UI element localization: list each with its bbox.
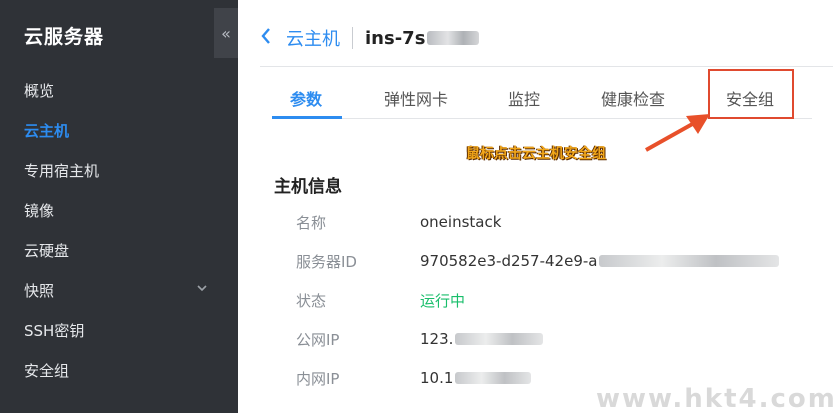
info-row-status: 状态 运行中 — [296, 288, 465, 312]
breadcrumb: 云主机 ins-7s — [260, 24, 480, 52]
sidebar-item-snapshot[interactable]: 快照 — [0, 270, 238, 310]
info-row-server-id: 服务器ID 970582e3-d257-42e9-a — [296, 249, 780, 273]
tab-parameters[interactable]: 参数 — [290, 86, 322, 110]
breadcrumb-current: ins-7s — [365, 27, 426, 49]
redacted-text — [427, 31, 480, 45]
sidebar-item-cloud-disk[interactable]: 云硬盘 — [0, 230, 238, 270]
chevron-down-icon[interactable] — [196, 282, 208, 297]
collapse-sidebar-button[interactable]: « — [214, 8, 238, 58]
security-group-tab-highlight-box — [708, 69, 794, 119]
chevron-left-icon[interactable] — [260, 26, 272, 50]
info-value: 10.1 — [420, 369, 532, 387]
sidebar-header: 云服务器 « — [0, 0, 238, 68]
info-label: 名称 — [296, 213, 327, 232]
sidebar: 云服务器 « 概览 云主机 专用宿主机 镜像 云硬盘 快照 SSH密钥 安全组 — [0, 0, 238, 413]
tabs-top-divider — [260, 66, 833, 67]
annotation-text: 鼠标点击云主机安全组 — [466, 146, 606, 162]
private-ip-text: 10.1 — [420, 369, 454, 387]
sidebar-item-label: 快照 — [24, 281, 55, 300]
sidebar-item-ssh-key[interactable]: SSH密钥 — [0, 310, 238, 350]
info-row-public-ip: 公网IP 123. — [296, 327, 544, 351]
tab-elastic-nic[interactable]: 弹性网卡 — [384, 86, 448, 110]
sidebar-nav: 概览 云主机 专用宿主机 镜像 云硬盘 快照 SSH密钥 安全组 — [0, 70, 238, 390]
sidebar-item-image[interactable]: 镜像 — [0, 190, 238, 230]
info-row-private-ip: 内网IP 10.1 — [296, 366, 532, 390]
info-label: 服务器ID — [296, 252, 357, 271]
tab-health-check[interactable]: 健康检查 — [601, 86, 665, 110]
watermark: www.hkt4.com — [596, 384, 833, 413]
redacted-text — [599, 255, 780, 267]
sidebar-title: 云服务器 — [24, 26, 105, 48]
host-info-title: 主机信息 — [274, 177, 342, 197]
server-id-text: 970582e3-d257-42e9-a — [420, 252, 598, 270]
main-content: 云主机 ins-7s 参数 弹性网卡 监控 健康检查 安全组 鼠标点击云主机安全… — [238, 0, 833, 413]
active-tab-indicator — [272, 116, 342, 119]
annotation-arrow-icon — [645, 114, 710, 152]
info-row-name: 名称 oneinstack — [296, 210, 501, 234]
public-ip-text: 123. — [420, 330, 454, 348]
redacted-text — [455, 333, 544, 345]
info-label: 公网IP — [296, 330, 340, 349]
redacted-text — [455, 372, 532, 384]
status-badge: 运行中 — [420, 291, 466, 310]
tab-monitoring[interactable]: 监控 — [508, 86, 540, 110]
info-value: oneinstack — [420, 213, 502, 231]
sidebar-item-overview[interactable]: 概览 — [0, 70, 238, 110]
breadcrumb-parent-link[interactable]: 云主机 — [286, 25, 340, 51]
sidebar-item-security-group[interactable]: 安全组 — [0, 350, 238, 390]
sidebar-item-dedicated-host[interactable]: 专用宿主机 — [0, 150, 238, 190]
breadcrumb-divider — [352, 27, 353, 49]
sidebar-item-cloud-host[interactable]: 云主机 — [0, 110, 238, 150]
info-label: 状态 — [296, 291, 327, 310]
info-value: 970582e3-d257-42e9-a — [420, 252, 780, 270]
info-value: 123. — [420, 330, 544, 348]
info-label: 内网IP — [296, 369, 340, 388]
